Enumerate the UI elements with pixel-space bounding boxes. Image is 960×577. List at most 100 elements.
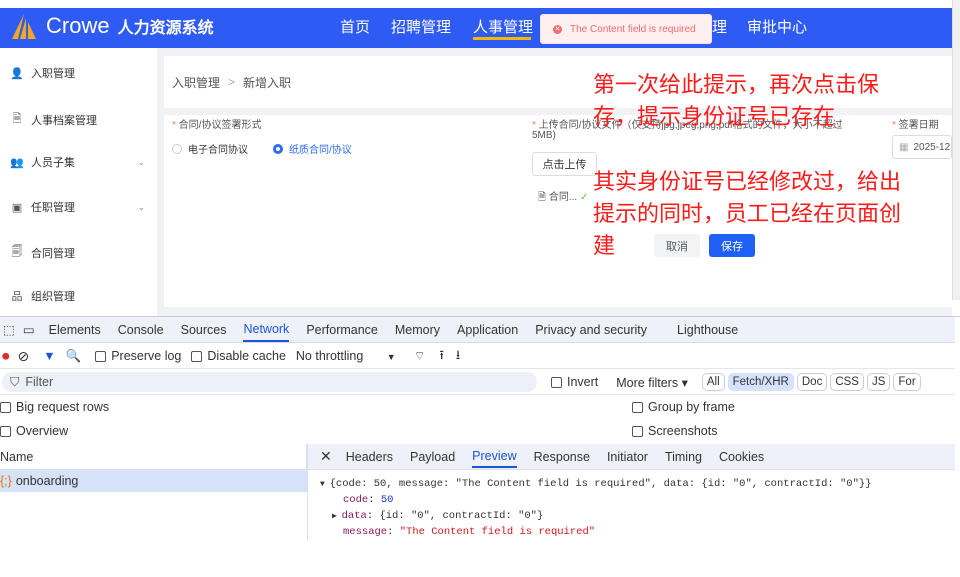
tab-memory[interactable]: Memory	[395, 323, 440, 337]
tab-elements[interactable]: Elements	[49, 323, 101, 337]
tab-performance[interactable]: Performance	[306, 323, 378, 337]
inspect-icon[interactable]: ⬚	[3, 322, 15, 337]
tab-payload[interactable]: Payload	[410, 450, 455, 464]
nav-hr[interactable]: 人事管理	[473, 16, 533, 37]
sidebar-item-records[interactable]: 🗎 人事档案管理	[10, 110, 145, 129]
sidebar-item-subsets[interactable]: 👥 人员子集 ⌄	[10, 154, 145, 170]
search-icon[interactable]: 🔍	[66, 349, 82, 364]
request-row[interactable]: {;} onboarding	[0, 470, 307, 492]
nav-partial[interactable]: 理	[712, 16, 727, 37]
error-toast: ✕ The Content field is required	[540, 14, 712, 44]
chevron-down-icon: ⌄	[137, 156, 145, 167]
disable-cache-checkbox[interactable]: Disable cache	[191, 349, 286, 363]
tab-headers[interactable]: Headers	[346, 450, 393, 464]
throttling-select[interactable]: No throttling ▼	[296, 349, 396, 363]
tab-console[interactable]: Console	[118, 323, 164, 337]
tab-lighthouse[interactable]: Lighthouse	[677, 323, 738, 337]
upload-label-size: 5MB)	[532, 130, 556, 141]
overview-checkbox[interactable]: Overview	[0, 424, 68, 438]
logo[interactable]: Crowe 人力资源系统	[10, 12, 214, 40]
record-stop-icon[interactable]: ⏺	[2, 348, 10, 365]
radio-paper[interactable]: 纸质合同/协议	[273, 141, 352, 156]
upload-button[interactable]: 点击上传	[532, 152, 597, 176]
document-icon: 🗎	[12, 113, 22, 125]
filter-icon: ⛉	[10, 374, 20, 389]
detail-tabs: ✕ Headers Payload Preview Response Initi…	[308, 444, 955, 470]
tab-sources[interactable]: Sources	[181, 323, 227, 337]
tab-initiator[interactable]: Initiator	[607, 450, 648, 464]
annotation-line-5: 建	[593, 233, 616, 258]
system-name: 人力资源系统	[117, 20, 214, 37]
import-har-icon[interactable]: ⭱	[439, 346, 443, 367]
preserve-log-checkbox[interactable]: Preserve log	[95, 349, 181, 363]
more-filters-button[interactable]: More filters ▾	[616, 375, 688, 390]
invert-checkbox[interactable]: Invert	[551, 375, 598, 389]
device-toggle-icon[interactable]: ▭	[23, 322, 35, 337]
sidebar-item-label: 入职管理	[31, 68, 75, 80]
type-all[interactable]: All	[701, 373, 725, 391]
sidebar-item-positions[interactable]: ▣ 任职管理 ⌄	[10, 199, 145, 215]
tab-network[interactable]: Network	[243, 317, 290, 342]
annotation-line-3: 其实身份证号已经修改过，给出	[593, 169, 902, 194]
uploaded-file[interactable]: 🗎 合同... ✓	[538, 188, 588, 207]
group-by-frame-checkbox[interactable]: Group by frame	[632, 400, 735, 414]
breadcrumb-separator: >	[228, 75, 236, 89]
radio-electronic[interactable]: 电子合同协议	[172, 141, 248, 156]
sidebar-item-label: 人事档案管理	[31, 114, 97, 127]
big-rows-checkbox[interactable]: Big request rows	[0, 400, 109, 414]
sidebar-item-label: 人员子集	[31, 157, 75, 169]
breadcrumb-current: 新增入职	[243, 75, 292, 90]
sidebar-item-org[interactable]: 品组织管理	[10, 288, 145, 304]
calendar-icon: ▦	[899, 141, 909, 153]
sidebar-item-onboarding[interactable]: 👤 入职管理	[10, 65, 145, 81]
preview-data[interactable]: ▶ data: {id: "0", contractId: "0"}	[332, 510, 543, 522]
type-fetch-xhr[interactable]: Fetch/XHR	[727, 373, 794, 391]
clear-icon[interactable]: ⊘	[18, 348, 30, 365]
preview-message: message: "The Content field is required"	[343, 526, 596, 538]
tab-application[interactable]: Application	[457, 323, 518, 337]
screenshots-checkbox[interactable]: Screenshots	[632, 424, 717, 438]
save-button[interactable]: 保存	[709, 234, 755, 257]
type-css[interactable]: CSS	[830, 373, 864, 391]
cancel-button[interactable]: 取消	[654, 234, 700, 257]
annotation-line-4: 提示的同时，员工已经在页面创	[593, 201, 902, 226]
user-add-icon: 👤	[10, 67, 24, 80]
nav-home[interactable]: 首页	[340, 16, 370, 37]
filter-icon[interactable]: ▼	[43, 349, 55, 363]
breadcrumb-parent[interactable]: 入职管理	[172, 74, 220, 91]
sidebar-item-label: 组织管理	[31, 291, 75, 303]
sidebar-item-contracts[interactable]: 🗐 合同管理	[10, 243, 145, 262]
tab-cookies[interactable]: Cookies	[719, 450, 764, 464]
brand-name: Crowe	[46, 13, 110, 38]
preview-code: code: 50	[343, 494, 394, 506]
export-har-icon[interactable]: ⭳	[456, 346, 460, 367]
network-toolbar: ⏺ ⊘ ▼ 🔍 Preserve log Disable cache No th…	[0, 344, 955, 369]
sidebar-item-label: 任职管理	[31, 202, 75, 214]
tab-timing[interactable]: Timing	[665, 450, 702, 464]
type-font[interactable]: For	[893, 373, 921, 391]
type-doc[interactable]: Doc	[796, 373, 828, 391]
error-icon: ✕	[553, 24, 562, 34]
preview-summary[interactable]: ▼ {code: 50, message: "The Content field…	[320, 478, 872, 490]
file-icon: 🗎	[538, 192, 549, 203]
briefcase-icon: ▣	[11, 201, 23, 214]
page-scrollbar[interactable]	[952, 0, 960, 300]
crowe-logo-icon	[12, 14, 36, 39]
annotation-line-2: 存，提示身份证号已存在	[593, 104, 836, 129]
tab-response[interactable]: Response	[534, 450, 590, 464]
dropdown-arrow-icon: ▼	[386, 352, 396, 362]
sign-date-label: * 签署日期	[892, 120, 939, 131]
tab-preview[interactable]: Preview	[472, 445, 517, 468]
filter-input[interactable]: ⛉ Filter	[2, 372, 537, 392]
type-js[interactable]: JS	[866, 373, 891, 391]
annotation-line-1: 第一次给此提示，再次点击保	[593, 72, 880, 97]
nav-approval[interactable]: 审批中心	[747, 16, 807, 37]
network-conditions-icon[interactable]: ⌔	[414, 348, 426, 364]
success-check-icon: ✓	[579, 192, 589, 203]
close-icon[interactable]: ✕	[320, 448, 332, 465]
request-list-header[interactable]: Name	[0, 444, 307, 470]
nav-recruitment[interactable]: 招聘管理	[391, 16, 451, 37]
tab-privacy[interactable]: Privacy and security	[535, 323, 647, 337]
sign-date-input[interactable]: ▦ 2025-12	[892, 135, 952, 159]
contract-icon: 🗐	[11, 246, 23, 258]
